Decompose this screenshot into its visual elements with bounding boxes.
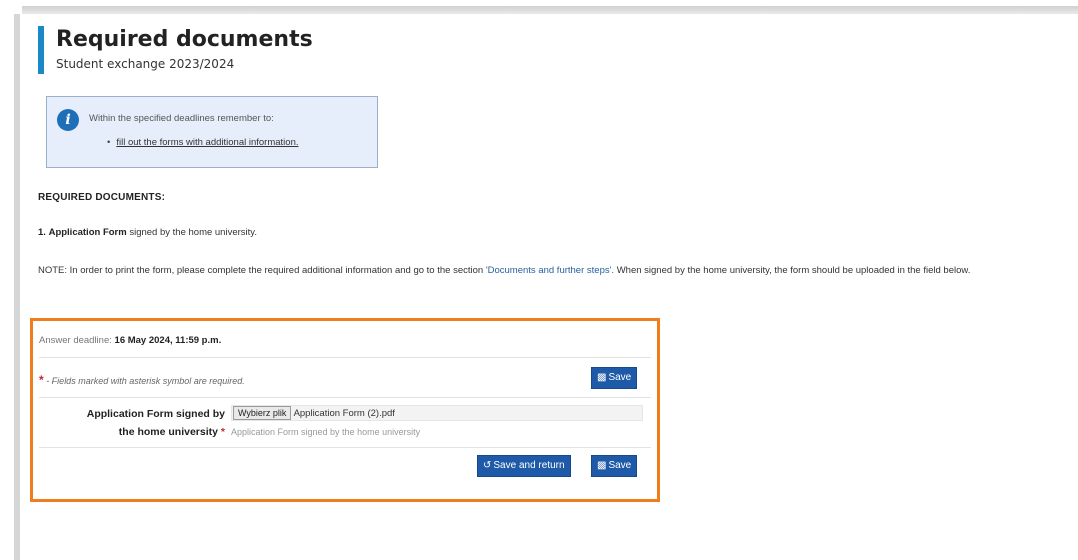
floppy-disk-icon: ▩: [597, 372, 607, 383]
documents-section-link[interactable]: 'Documents and further steps'.: [486, 265, 614, 276]
save-and-return-label: Save and return: [493, 460, 565, 471]
item-number: 1.: [38, 227, 46, 238]
required-text: - Fields marked with asterisk symbol are…: [46, 376, 245, 386]
window-left-edge: [14, 14, 20, 560]
page-header: Required documents Student exchange 2023…: [38, 26, 313, 74]
item-description: signed by the home university.: [129, 227, 257, 238]
floppy-disk-icon: ▩: [597, 460, 607, 471]
divider: [39, 447, 651, 448]
save-label: Save: [608, 372, 632, 383]
info-bullet: • fill out the forms with additional info…: [107, 137, 299, 148]
note-text: NOTE: In order to print the form, please…: [38, 262, 1058, 279]
field-required-asterisk: *: [220, 426, 225, 438]
note-after: When signed by the home university, the …: [616, 265, 971, 276]
deadline-label: Answer deadline:: [39, 335, 112, 346]
info-box: i Within the specified deadlines remembe…: [46, 96, 378, 168]
field-label-line2: the home university: [118, 426, 218, 438]
bullet-dot: •: [107, 137, 111, 148]
window-top-edge: [22, 6, 1078, 14]
document-item: 1. Application Form signed by the home u…: [38, 227, 257, 238]
divider: [39, 357, 651, 358]
required-asterisk: *: [39, 373, 44, 387]
divider: [39, 397, 651, 398]
note-before: NOTE: In order to print the form, please…: [38, 265, 484, 276]
save-label: Save: [608, 460, 632, 471]
save-and-return-button[interactable]: ↺ Save and return: [477, 455, 571, 477]
return-icon: ↺: [483, 460, 492, 471]
field-label-line1: Application Form signed by: [86, 408, 225, 420]
item-title: Application Form: [48, 227, 127, 238]
required-note: * - Fields marked with asterisk symbol a…: [39, 373, 245, 387]
page-subtitle: Student exchange 2023/2024: [56, 57, 235, 71]
save-button-top[interactable]: ▩ Save: [591, 367, 638, 389]
save-button-bottom[interactable]: ▩ Save: [591, 455, 638, 477]
deadline-value: 16 May 2024, 11:59 p.m.: [114, 335, 222, 346]
answer-deadline: Answer deadline: 16 May 2024, 11:59 p.m.: [39, 335, 221, 346]
choose-file-button[interactable]: Wybierz plik: [233, 406, 292, 420]
info-text: Within the specified deadlines remember …: [89, 113, 274, 124]
section-heading: REQUIRED DOCUMENTS:: [38, 192, 166, 203]
field-label: Application Form signed by the home univ…: [57, 405, 225, 441]
fill-forms-link[interactable]: fill out the forms with additional infor…: [116, 137, 298, 148]
field-help-text: Application Form signed by the home univ…: [231, 427, 421, 437]
upload-form-panel: Answer deadline: 16 May 2024, 11:59 p.m.…: [30, 318, 660, 502]
page-title: Required documents: [56, 27, 313, 52]
file-input: Wybierz plik Application Form (2).pdf: [231, 405, 643, 421]
selected-file-name: Application Form (2).pdf: [293, 408, 395, 419]
info-icon: i: [57, 109, 79, 131]
